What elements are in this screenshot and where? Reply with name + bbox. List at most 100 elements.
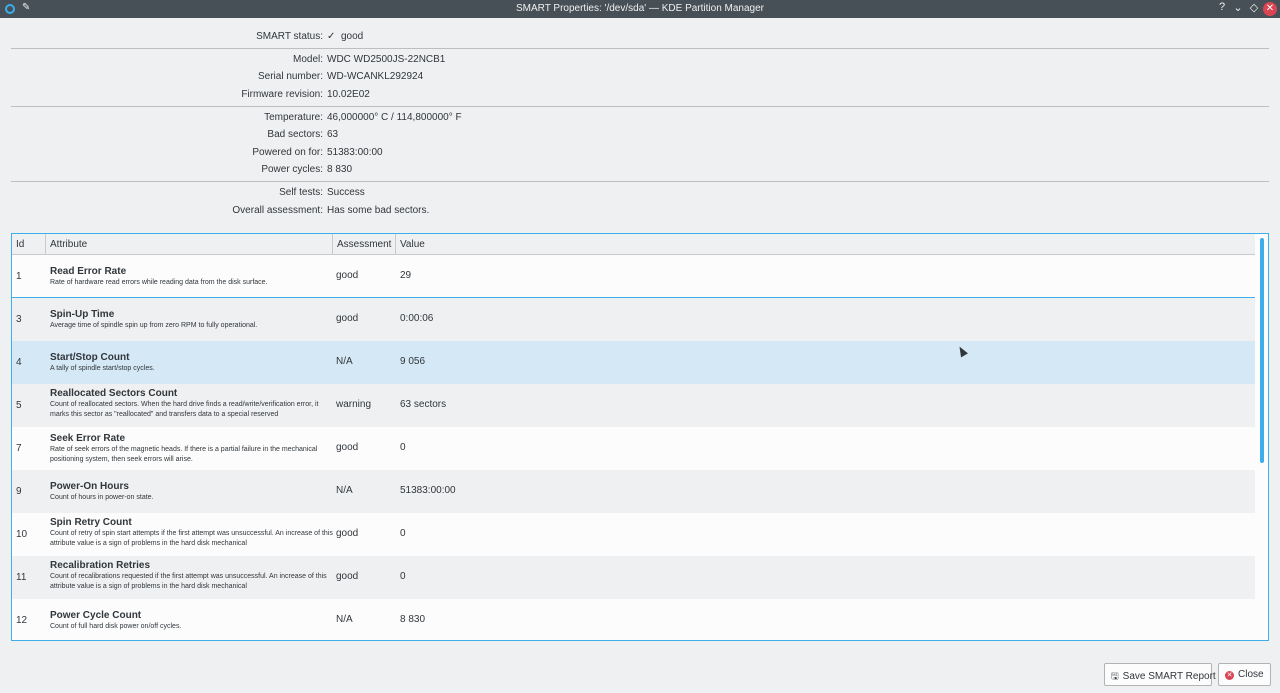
- row-id: 4: [16, 357, 22, 368]
- assessment-value: N/A: [336, 614, 353, 625]
- table-row[interactable]: 7 Seek Error Rate Rate of seek errors of…: [12, 427, 1255, 470]
- attribute-value: 0: [400, 571, 406, 582]
- save-button-label: Save SMART Report: [1122, 671, 1216, 682]
- table-row[interactable]: 11 Recalibration Retries Count of recali…: [12, 556, 1255, 599]
- powered-on-value: 51383:00:00: [327, 147, 383, 158]
- vertical-scrollbar[interactable]: [1254, 234, 1268, 640]
- column-header-assessment[interactable]: Assessment: [333, 234, 396, 255]
- smart-status-value: ✓ good: [327, 31, 363, 42]
- attribute-value: 8 830: [400, 614, 426, 625]
- serial-value: WD-WCANKL292924: [327, 71, 424, 82]
- separator: [11, 181, 1269, 182]
- attribute-value: 0: [400, 442, 406, 453]
- smart-status-label: SMART status:: [256, 31, 323, 42]
- table-row[interactable]: 5 Reallocated Sectors Count Count of rea…: [12, 384, 1255, 427]
- minimize-icon[interactable]: ⌄: [1231, 1, 1245, 14]
- power-cycles-row: Power cycles: 8 830: [0, 162, 1280, 177]
- attribute-value: 0: [400, 528, 406, 539]
- firmware-value: 10.02E02: [327, 89, 370, 100]
- attribute-name: Reallocated Sectors Count: [50, 388, 178, 399]
- assessment-value: good: [336, 313, 359, 324]
- close-icon: ✕: [1225, 671, 1234, 680]
- column-header-attribute[interactable]: Attribute: [46, 234, 333, 255]
- close-window-icon[interactable]: ✕: [1263, 2, 1277, 16]
- attribute-description: Count of hours in power-on state.: [50, 494, 154, 501]
- attribute-name: Power Cycle Count: [50, 610, 142, 621]
- attribute-description: Rate of seek errors of the magnetic head…: [50, 446, 318, 463]
- check-icon: ✓: [327, 31, 336, 42]
- row-id: 7: [16, 443, 22, 454]
- attribute-value: 51383:00:00: [400, 485, 456, 496]
- attribute-name: Start/Stop Count: [50, 352, 130, 363]
- overall-value: Has some bad sectors.: [327, 205, 430, 216]
- row-id: 11: [16, 572, 27, 583]
- attribute-description: Average time of spindle spin up from zer…: [50, 322, 258, 329]
- attribute-name: Spin Retry Count: [50, 517, 132, 528]
- power-cycles-value: 8 830: [327, 164, 353, 175]
- bad-sectors-label: Bad sectors:: [267, 129, 323, 140]
- attribute-value: 29: [400, 270, 412, 281]
- model-label: Model:: [292, 54, 323, 65]
- save-icon: 🖫: [1111, 671, 1119, 681]
- table-row[interactable]: 10 Spin Retry Count Count of retry of sp…: [12, 513, 1255, 556]
- row-id: 1: [16, 271, 22, 282]
- power-cycles-label: Power cycles:: [261, 164, 323, 175]
- attribute-name: Seek Error Rate: [50, 433, 126, 444]
- table-row[interactable]: 1 Read Error Rate Rate of hardware read …: [12, 255, 1255, 298]
- attribute-value: 63 sectors: [400, 399, 447, 410]
- attribute-value: 9 056: [400, 356, 426, 367]
- scrollbar-thumb[interactable]: [1260, 238, 1264, 463]
- firmware-label: Firmware revision:: [241, 89, 323, 100]
- maximize-icon[interactable]: ◇: [1247, 1, 1261, 14]
- row-id: 10: [16, 529, 28, 540]
- self-tests-row: Self tests: Success: [0, 185, 1280, 200]
- row-id: 9: [16, 486, 22, 497]
- assessment-value: good: [336, 270, 359, 281]
- self-tests-value: Success: [327, 187, 365, 198]
- attribute-name: Recalibration Retries: [50, 560, 151, 571]
- model-value: WDC WD2500JS-22NCB1: [327, 54, 446, 65]
- smart-status-text: good: [340, 31, 364, 42]
- help-icon[interactable]: ?: [1215, 1, 1229, 13]
- assessment-value: good: [336, 528, 359, 539]
- separator: [11, 106, 1269, 107]
- attribute-description: Rate of hardware read errors while readi…: [50, 279, 268, 286]
- model-row: Model: WDC WD2500JS-22NCB1: [0, 52, 1280, 67]
- window-title: SMART Properties: '/dev/sda' — KDE Parti…: [516, 3, 764, 14]
- assessment-value: good: [336, 442, 359, 453]
- attribute-value: 0:00:06: [400, 313, 434, 324]
- assessment-value: N/A: [336, 485, 353, 496]
- attribute-name: Power-On Hours: [50, 481, 129, 492]
- save-smart-report-button[interactable]: 🖫 Save SMART Report: [1104, 663, 1216, 686]
- column-header-id[interactable]: Id: [12, 234, 46, 255]
- attribute-description: Count of retry of spin start attempts if…: [50, 530, 333, 547]
- separator: [11, 48, 1269, 49]
- row-id: 3: [16, 314, 22, 325]
- bad-sectors-value: 63: [327, 129, 339, 140]
- smart-status-row: SMART status: ✓ good: [0, 29, 1280, 44]
- attribute-description: Count of recalibrations requested if the…: [50, 573, 327, 590]
- assessment-value: N/A: [336, 356, 353, 367]
- assessment-value: good: [336, 571, 359, 582]
- attribute-description: A tally of spindle start/stop cycles.: [50, 365, 155, 372]
- temperature-label: Temperature:: [264, 112, 323, 123]
- window-titlebar[interactable]: ✎ SMART Properties: '/dev/sda' — KDE Par…: [0, 0, 1280, 18]
- serial-label: Serial number:: [257, 71, 323, 82]
- temperature-value: 46,000000° C / 114,800000° F: [327, 112, 462, 123]
- table-row[interactable]: 4 Start/Stop Count A tally of spindle st…: [12, 341, 1255, 384]
- close-button[interactable]: ✕ Close: [1218, 663, 1271, 686]
- powered-on-label: Powered on for:: [252, 147, 323, 158]
- attribute-description: Count of full hard disk power on/off cyc…: [50, 623, 182, 630]
- overall-row: Overall assessment: Has some bad sectors…: [0, 203, 1280, 218]
- smart-attributes-table[interactable]: Id Attribute Assessment Value 1 Read Err…: [11, 233, 1269, 641]
- serial-row: Serial number: WD-WCANKL292924: [0, 69, 1280, 84]
- assessment-value: warning: [336, 399, 372, 410]
- close-button-label: Close: [1238, 669, 1264, 680]
- column-header-value[interactable]: Value: [396, 234, 1255, 255]
- table-row[interactable]: 12 Power Cycle Count Count of full hard …: [12, 599, 1255, 640]
- attribute-description: Count of reallocated sectors. When the h…: [50, 401, 319, 418]
- table-row[interactable]: 3 Spin-Up Time Average time of spindle s…: [12, 298, 1255, 341]
- table-row[interactable]: 9 Power-On Hours Count of hours in power…: [12, 470, 1255, 513]
- row-id: 5: [16, 400, 22, 411]
- bad-sectors-row: Bad sectors: 63: [0, 127, 1280, 142]
